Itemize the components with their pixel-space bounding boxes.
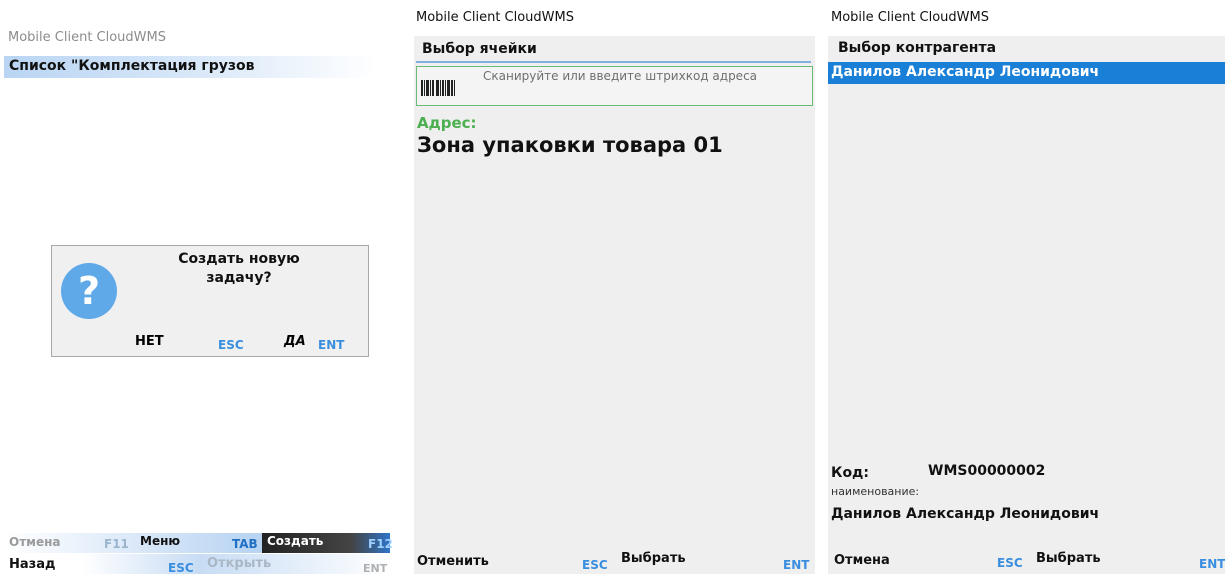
select-label: Выбрать: [621, 551, 686, 566]
softkey-cancel-label: Отмена: [9, 535, 61, 549]
softkey-cancel[interactable]: Отмена F11: [4, 533, 132, 553]
code-value: WMS00000002: [928, 463, 1046, 479]
code-label: Код:: [831, 465, 869, 481]
yes-button[interactable]: ДА ENT: [282, 334, 364, 354]
name-value: Данилов Александр Леонидович: [831, 506, 1100, 522]
yes-key: ENT: [318, 338, 345, 352]
softkey-back-key: ESC: [168, 561, 194, 575]
softkey-open-key: ENT: [363, 562, 388, 575]
dialog-message: Создать новую задачу?: [178, 251, 300, 286]
softkey-create-label: Создать: [267, 534, 324, 548]
screen-header: Выбор ячейки: [422, 41, 537, 57]
question-icon: ?: [61, 263, 117, 319]
list-title: Список "Комплектация грузов: [9, 58, 255, 74]
cancel-button[interactable]: Отмена ESC: [828, 548, 1028, 572]
barcode-input[interactable]: Сканируйте или введите штрихкод адреса: [416, 66, 813, 106]
cancel-label: Отменить: [417, 554, 489, 569]
barcode-icon: [421, 80, 455, 96]
app-title: Mobile Client CloudWMS: [8, 30, 166, 45]
select-button[interactable]: Выбрать ENT: [1034, 548, 1225, 572]
header-underline: [416, 61, 811, 63]
cancel-label: Отмена: [834, 553, 890, 568]
no-label: НЕТ: [135, 334, 164, 349]
screen-header: Выбор контрагента: [838, 40, 997, 56]
softkey-create[interactable]: Создать F12: [262, 533, 393, 553]
cancel-button[interactable]: Отменить ESC: [414, 550, 608, 572]
select-key: ENT: [783, 558, 810, 572]
barcode-placeholder: Сканируйте или введите штрихкод адреса: [483, 69, 758, 83]
select-key: ENT: [1199, 557, 1225, 571]
address-value: Зона упаковки товара 01: [417, 133, 723, 157]
select-label: Выбрать: [1036, 551, 1101, 566]
app-title: Mobile Client CloudWMS: [831, 10, 989, 25]
no-key: ESC: [218, 338, 244, 352]
app-title: Mobile Client CloudWMS: [416, 10, 574, 25]
counterparty-selection-screen: Выбор контрагента Данилов Александр Леон…: [828, 36, 1225, 574]
softkey-cancel-key: F11: [104, 537, 129, 551]
softkey-menu[interactable]: Меню TAB: [132, 533, 262, 553]
address-label: Адрес:: [417, 114, 477, 132]
confirm-dialog: ? Создать новую задачу? НЕТ ESC ДА ENT: [51, 245, 369, 357]
list-header: Список "Комплектация грузов: [4, 56, 376, 78]
list-item-label: Данилов Александр Леонидович: [831, 64, 1100, 80]
select-button[interactable]: Выбрать ENT: [619, 550, 813, 572]
softkey-open[interactable]: Открыть ENT: [200, 554, 390, 575]
no-button[interactable]: НЕТ ESC: [132, 334, 244, 354]
softkey-menu-label: Меню: [140, 534, 181, 548]
softkey-back-label: Назад: [9, 557, 56, 572]
cancel-key: ESC: [582, 558, 608, 572]
yes-label: ДА: [284, 334, 306, 349]
list-item-selected[interactable]: Данилов Александр Леонидович: [828, 62, 1225, 84]
softkey-create-key: F12: [368, 537, 393, 551]
cancel-key: ESC: [997, 556, 1023, 570]
cell-selection-screen: Выбор ячейки Сканируйте или введите штри…: [414, 36, 815, 574]
name-label: наименование:: [831, 485, 920, 498]
softkey-menu-key: TAB: [232, 537, 258, 551]
softkey-back[interactable]: Назад ESC: [4, 554, 200, 575]
softkey-open-label: Открыть: [207, 556, 272, 571]
